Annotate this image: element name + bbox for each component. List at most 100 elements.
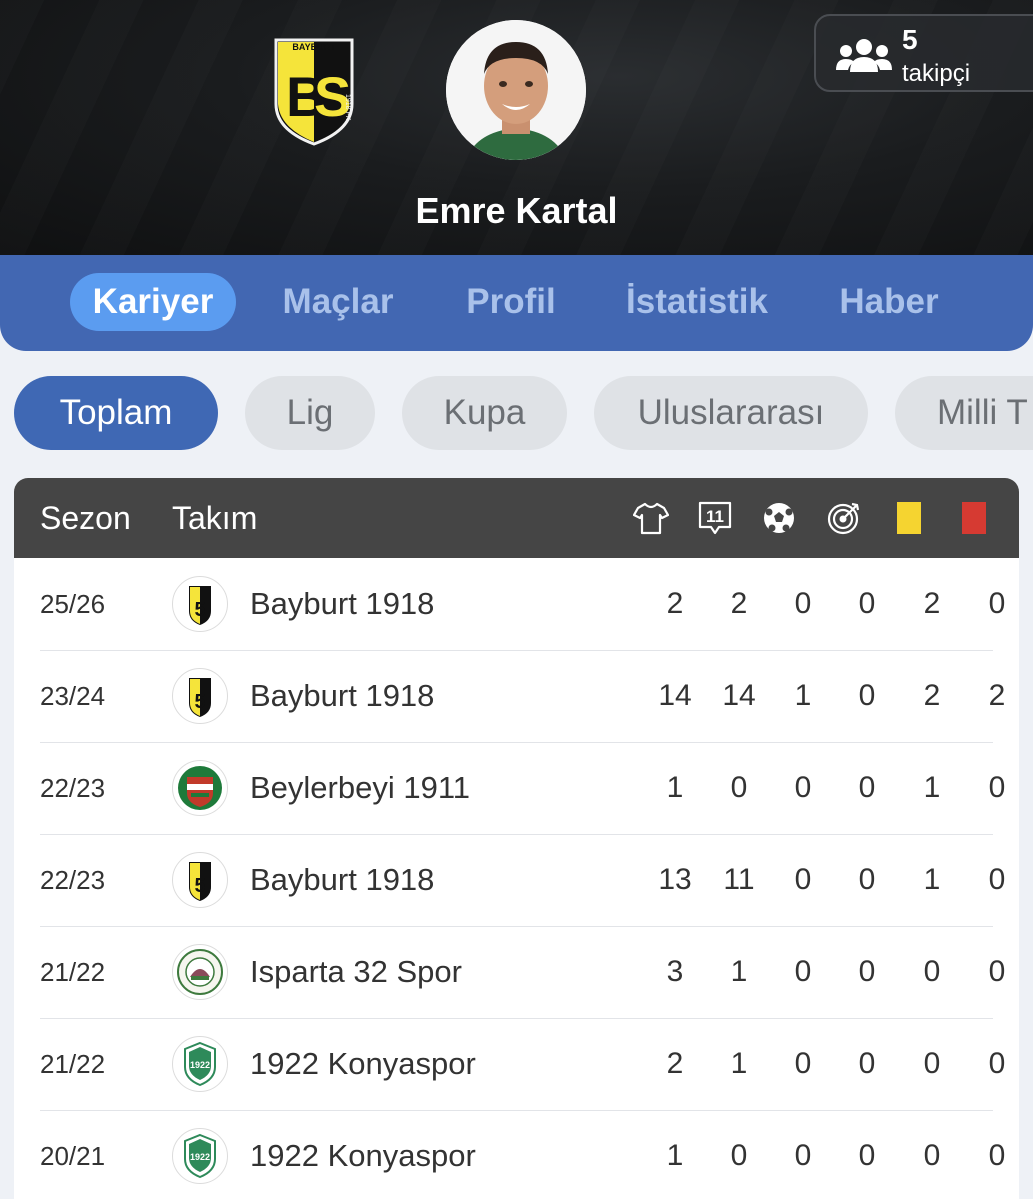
player-photo — [446, 20, 586, 160]
player-avatar[interactable] — [446, 20, 586, 160]
stat-appearances: 2 — [666, 587, 684, 620]
followers-count: 5 — [902, 24, 918, 55]
row-team-name[interactable]: Bayburt 1918 — [250, 834, 434, 926]
table-row[interactable]: 21/22 1922 1922 Konyaspor 2 1 0 0 0 0 — [40, 1018, 1005, 1111]
row-season: 22/23 — [40, 865, 106, 895]
stat-appearances: 13 — [658, 863, 692, 896]
filter-lig[interactable]: Lig — [245, 376, 375, 450]
row-team-name[interactable]: Bayburt 1918 — [250, 558, 434, 650]
row-team-name[interactable]: 1922 Konyaspor — [250, 1110, 476, 1199]
stat-goals: 0 — [794, 1047, 812, 1080]
svg-text:5: 5 — [194, 599, 205, 621]
stat-yellow-cards: 1 — [923, 771, 941, 804]
stat-appearances: 14 — [658, 679, 692, 712]
stat-red-cards: 0 — [988, 1139, 1006, 1172]
followers-label: takipçi — [902, 60, 971, 87]
stat-appearances: 2 — [666, 1047, 684, 1080]
filter-toplam[interactable]: Toplam — [14, 376, 218, 450]
stat-starts: 0 — [730, 771, 748, 804]
team-logo[interactable] — [172, 944, 228, 1000]
stat-assists: 0 — [858, 1047, 876, 1080]
row-team-name[interactable]: Isparta 32 Spor — [250, 926, 462, 1018]
svg-text:1922: 1922 — [190, 1152, 210, 1162]
stat-starts: 1 — [730, 955, 748, 988]
table-row[interactable]: 21/22 Isparta 32 Spor 3 1 0 0 0 0 — [40, 926, 1005, 1019]
stat-yellow-cards: 0 — [923, 1047, 941, 1080]
stat-red-cards: 0 — [988, 1047, 1006, 1080]
stat-starts: 1 — [730, 1047, 748, 1080]
tab-haber[interactable]: Haber — [826, 273, 952, 331]
row-season: 23/24 — [40, 681, 106, 711]
stat-red-cards: 0 — [988, 771, 1006, 804]
team-logo[interactable]: 5 — [172, 668, 228, 724]
stat-assists: 0 — [858, 679, 876, 712]
stat-goals: 1 — [794, 679, 812, 712]
filter-milli-takim[interactable]: Milli T — [895, 376, 1033, 450]
stat-goals: 0 — [794, 1139, 812, 1172]
stat-goals: 0 — [794, 587, 812, 620]
people-icon — [836, 39, 892, 72]
stat-goals: 0 — [794, 771, 812, 804]
ball-icon — [764, 503, 794, 533]
stat-appearances: 1 — [666, 1139, 684, 1172]
header-team: Takım — [172, 500, 258, 536]
table-row[interactable]: 25/26 5 Bayburt 1918 2 2 0 0 2 0 — [40, 558, 1005, 651]
stat-assists: 0 — [858, 587, 876, 620]
tab-kariyer[interactable]: Kariyer — [70, 273, 236, 331]
stat-assists: 0 — [858, 955, 876, 988]
stat-starts: 2 — [730, 587, 748, 620]
stat-red-cards: 0 — [988, 955, 1006, 988]
row-team-name[interactable]: 1922 Konyaspor — [250, 1018, 476, 1110]
shirt-icon — [633, 502, 669, 535]
stat-red-cards: 0 — [988, 863, 1006, 896]
row-team-name[interactable]: Beylerbeyi 1911 — [250, 742, 470, 834]
lineup-icon: 11 — [698, 501, 732, 535]
stat-goals: 0 — [794, 955, 812, 988]
row-season: 22/23 — [40, 773, 106, 803]
header-season: Sezon — [40, 500, 131, 536]
stat-yellow-cards: 1 — [923, 863, 941, 896]
stat-appearances: 1 — [666, 771, 684, 804]
team-logo[interactable]: 5 — [172, 576, 228, 632]
svg-text:5: 5 — [194, 875, 205, 897]
target-icon — [827, 502, 860, 535]
stat-red-cards: 0 — [988, 587, 1006, 620]
red-card-icon — [962, 502, 986, 534]
svg-text:1922: 1922 — [190, 1060, 210, 1070]
row-team-name[interactable]: Bayburt 1918 — [250, 650, 434, 742]
stat-appearances: 3 — [666, 955, 684, 988]
table-row[interactable]: 22/23 5 Bayburt 1918 13 11 0 0 1 0 — [40, 834, 1005, 927]
svg-text:BAYBURT: BAYBURT — [292, 42, 336, 52]
tab-profil[interactable]: Profil — [452, 273, 570, 331]
club-logo[interactable]: BAYBURT B S 1918 FK — [272, 34, 356, 146]
stat-goals: 0 — [794, 863, 812, 896]
filter-uluslararasi[interactable]: Uluslararası — [594, 376, 868, 450]
team-logo[interactable]: 5 — [172, 852, 228, 908]
stat-assists: 0 — [858, 1139, 876, 1172]
team-logo[interactable]: 1922 — [172, 1128, 228, 1184]
stat-starts: 0 — [730, 1139, 748, 1172]
row-season: 20/21 — [40, 1141, 106, 1171]
stat-yellow-cards: 2 — [923, 587, 941, 620]
team-logo[interactable]: 1922 — [172, 1036, 228, 1092]
yellow-card-icon — [897, 502, 921, 534]
table-row[interactable]: 23/24 5 Bayburt 1918 14 14 1 0 2 2 — [40, 650, 1005, 743]
filter-kupa[interactable]: Kupa — [402, 376, 567, 450]
tab-istatistik[interactable]: İstatistik — [612, 273, 782, 331]
stat-yellow-cards: 0 — [923, 1139, 941, 1172]
player-nav: Kariyer Maçlar Profil İstatistik Haber — [0, 255, 1033, 351]
table-header: Sezon Takım 11 — [14, 478, 1019, 558]
svg-text:5: 5 — [194, 691, 205, 713]
stat-starts: 11 — [723, 863, 755, 896]
player-name: Emre Kartal — [415, 190, 618, 231]
followers-button[interactable]: 5 takipçi — [814, 14, 1033, 92]
team-logo[interactable] — [172, 760, 228, 816]
stat-yellow-cards: 0 — [923, 955, 941, 988]
table-row[interactable]: 22/23 Beylerbeyi 1911 1 0 0 0 1 0 — [40, 742, 1005, 835]
row-season: 21/22 — [40, 1049, 106, 1079]
table-row[interactable]: 20/21 1922 1922 Konyaspor 1 0 0 0 0 0 — [40, 1110, 1005, 1199]
stat-assists: 0 — [858, 771, 876, 804]
stat-starts: 14 — [722, 679, 756, 712]
stat-yellow-cards: 2 — [923, 679, 941, 712]
tab-maclar[interactable]: Maçlar — [268, 273, 408, 331]
